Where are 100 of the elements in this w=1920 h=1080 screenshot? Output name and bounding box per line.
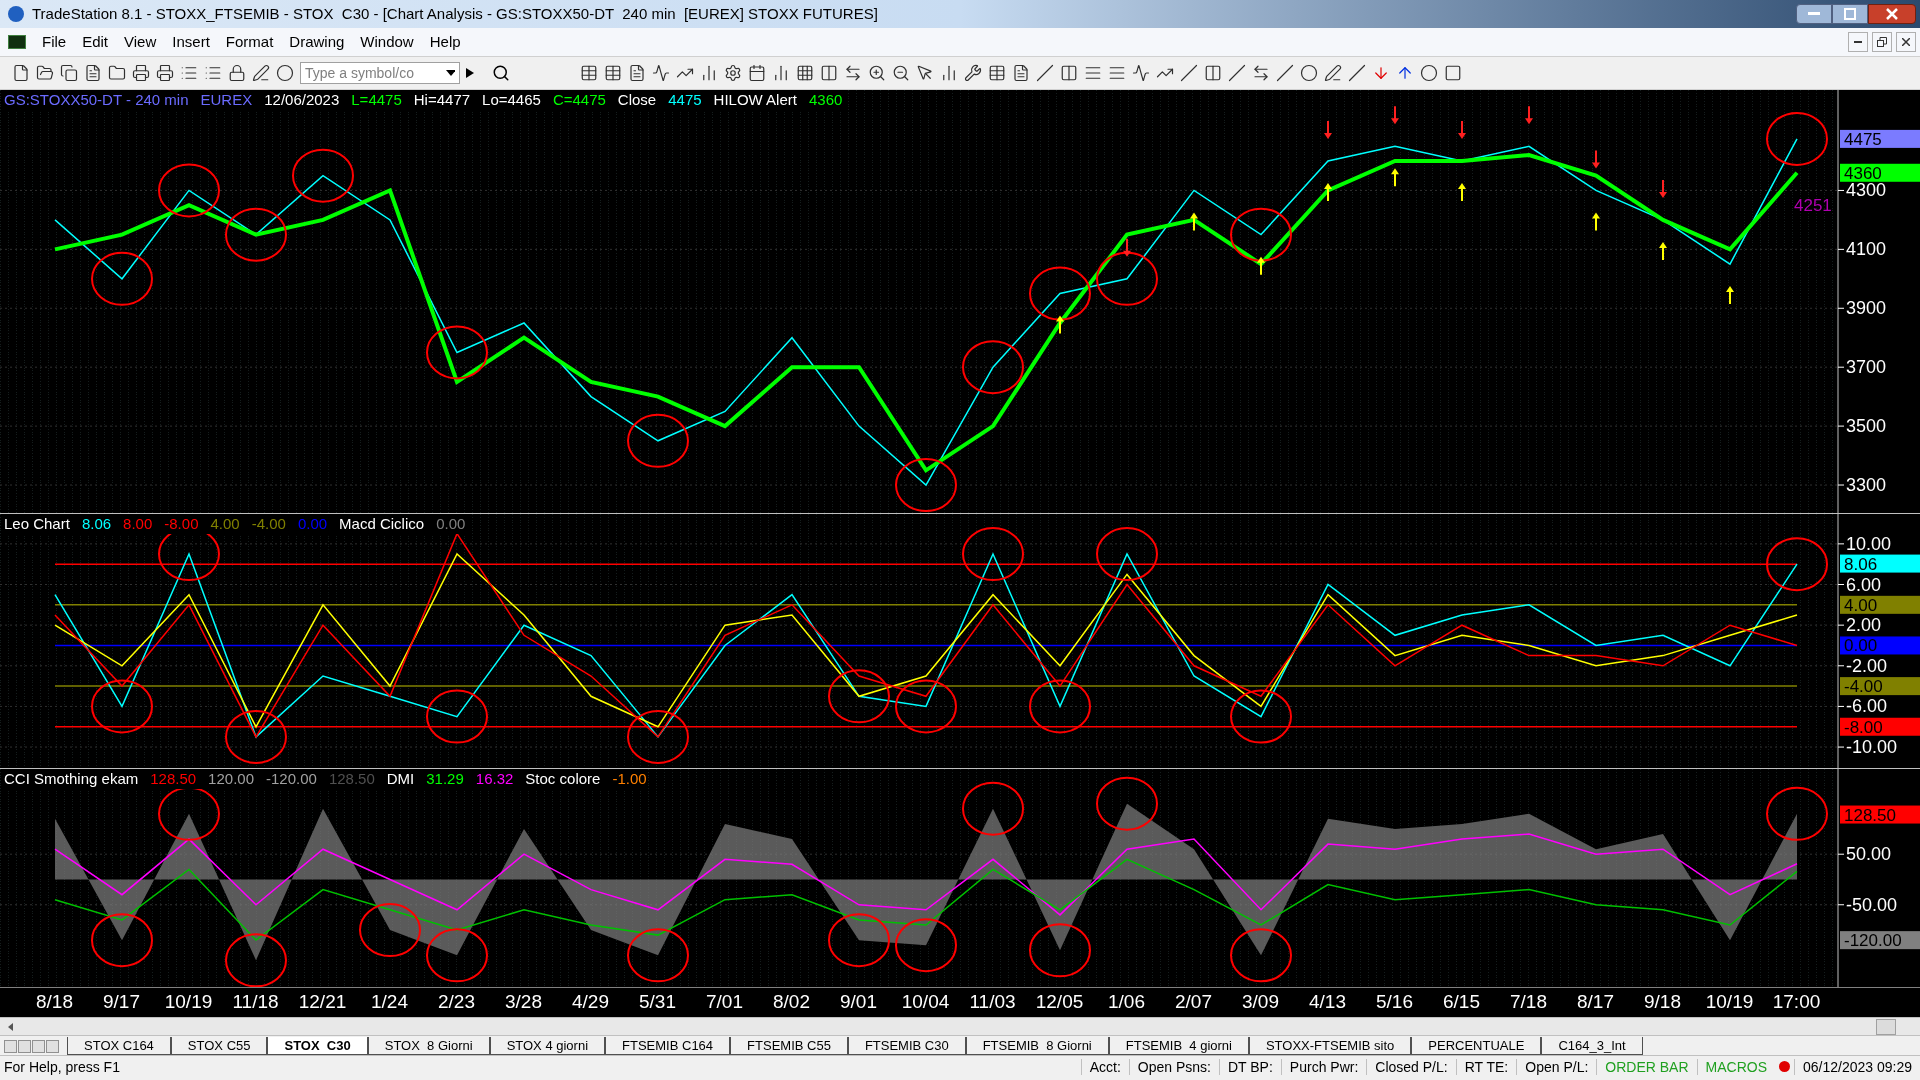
table-icon[interactable] xyxy=(604,64,622,82)
line-icon[interactable] xyxy=(1036,64,1054,82)
line-icon[interactable] xyxy=(1348,64,1366,82)
sheet-tab[interactable]: FTSEMIB 4 giorni xyxy=(1108,1037,1249,1055)
columns-icon[interactable] xyxy=(820,64,838,82)
legend-text: GS:STOXX50-DT - 240 min xyxy=(4,90,189,110)
calendar-icon[interactable] xyxy=(748,64,766,82)
file-icon[interactable] xyxy=(12,64,30,82)
x-tick-label: 11/18 xyxy=(232,990,279,1015)
highlight-ellipse xyxy=(962,527,1024,582)
menu-item[interactable]: Format xyxy=(217,30,282,54)
highlight-ellipse xyxy=(1766,537,1828,592)
wave-icon[interactable] xyxy=(1132,64,1150,82)
maximize-button[interactable] xyxy=(1832,4,1868,24)
folder-icon[interactable] xyxy=(36,64,54,82)
circle-icon[interactable] xyxy=(1420,64,1438,82)
pen-icon[interactable] xyxy=(1324,64,1342,82)
copy-icon[interactable] xyxy=(60,64,78,82)
document-icon[interactable] xyxy=(628,64,646,82)
pen-icon[interactable] xyxy=(252,64,270,82)
legend-text: HILOW Alert xyxy=(713,90,797,110)
sheet-tab[interactable]: FTSEMIB C30 xyxy=(847,1037,966,1055)
pointer-icon[interactable] xyxy=(916,64,934,82)
sheet-tab[interactable]: STOX 4 giorni xyxy=(489,1037,606,1055)
highlight-ellipse xyxy=(627,928,689,983)
wrench-icon[interactable] xyxy=(964,64,982,82)
search-icon[interactable] xyxy=(492,64,510,82)
printer-icon[interactable] xyxy=(132,64,150,82)
list-icon[interactable] xyxy=(180,64,198,82)
minimize-button[interactable] xyxy=(1848,32,1868,52)
chart-icon[interactable] xyxy=(940,64,958,82)
menu-item[interactable]: Insert xyxy=(164,30,218,54)
chart-icon[interactable] xyxy=(700,64,718,82)
grid-icon[interactable] xyxy=(796,64,814,82)
menu-item[interactable]: Help xyxy=(421,30,469,54)
sheet-tab[interactable]: STOX C55 xyxy=(170,1037,268,1055)
y-tick-label: 3300 xyxy=(1837,475,1887,495)
sheet-tab[interactable]: C164_3_Int xyxy=(1541,1037,1643,1055)
lines-icon[interactable] xyxy=(1108,64,1126,82)
lines-icon[interactable] xyxy=(1084,64,1102,82)
x-tick-label: 2/07 xyxy=(1175,990,1212,1015)
sheet-tab[interactable]: FTSEMIB C164 xyxy=(605,1037,731,1055)
sheet-tab[interactable]: FTSEMIB C55 xyxy=(730,1037,848,1055)
menu-item[interactable]: File xyxy=(34,30,75,54)
circle-icon[interactable] xyxy=(1300,64,1318,82)
square-icon[interactable] xyxy=(1444,64,1462,82)
folder-icon[interactable] xyxy=(108,64,126,82)
sheet-tab[interactable]: STOXX-FTSEMIB sito xyxy=(1248,1037,1412,1055)
wave-icon[interactable] xyxy=(652,64,670,82)
up-arrow-icon xyxy=(1190,212,1198,232)
zoom-out-icon[interactable] xyxy=(892,64,910,82)
symbol-field[interactable]: Type a symbol/co xyxy=(300,62,460,84)
printer-icon[interactable] xyxy=(156,64,174,82)
columns-icon[interactable] xyxy=(1060,64,1078,82)
chart-window-icon[interactable] xyxy=(8,35,26,49)
scroll-thumb[interactable] xyxy=(1876,1018,1896,1035)
highlight-ellipse xyxy=(1029,923,1091,978)
table-icon[interactable] xyxy=(580,64,598,82)
zoom-in-icon[interactable] xyxy=(868,64,886,82)
close-button[interactable] xyxy=(1896,32,1916,52)
close-button[interactable] xyxy=(1868,4,1916,24)
lock-icon[interactable] xyxy=(228,64,246,82)
minimize-button[interactable] xyxy=(1796,4,1832,24)
arrows-icon[interactable] xyxy=(1252,64,1270,82)
menu-item[interactable]: Window xyxy=(352,30,422,54)
document-icon[interactable] xyxy=(1012,64,1030,82)
sheet-tab[interactable]: STOX C164 xyxy=(67,1037,171,1055)
list-icon[interactable] xyxy=(204,64,222,82)
line-icon[interactable] xyxy=(1228,64,1246,82)
table-icon[interactable] xyxy=(988,64,1006,82)
y-tick-label: 4100 xyxy=(1846,239,1887,260)
legend-text: 0.00 xyxy=(297,514,328,534)
highlight-ellipse xyxy=(828,669,890,724)
settings-icon[interactable] xyxy=(724,64,742,82)
chart-icon[interactable] xyxy=(772,64,790,82)
down-arrow-icon xyxy=(1525,105,1533,125)
y-tick-label: 3500 xyxy=(1837,416,1887,437)
sheet-tab[interactable]: STOX 8 Giorni xyxy=(367,1037,490,1055)
document-icon[interactable] xyxy=(84,64,102,82)
status-field: Acct: xyxy=(1080,1058,1129,1075)
y-tick-label: -6.00 xyxy=(1837,696,1888,717)
menu-item[interactable]: View xyxy=(116,30,165,54)
columns-icon[interactable] xyxy=(1204,64,1222,82)
line-icon[interactable] xyxy=(1276,64,1294,82)
arrows-icon[interactable] xyxy=(844,64,862,82)
line-icon[interactable] xyxy=(1180,64,1198,82)
y-tick-label: 3500 xyxy=(1846,416,1887,437)
help-text: For Help, press F1 xyxy=(3,1058,120,1075)
restore-button[interactable] xyxy=(1872,32,1892,52)
play-arrow-icon[interactable] xyxy=(466,68,474,78)
sheet-tab[interactable]: PERCENTUALE xyxy=(1411,1037,1542,1055)
menu-item[interactable]: Drawing xyxy=(281,30,353,54)
down-arrow-icon[interactable] xyxy=(1372,64,1390,82)
y-tick-label: 4300 xyxy=(1837,180,1887,201)
sheet-tab[interactable]: STOX C30 xyxy=(267,1037,368,1055)
menu-item[interactable]: Edit xyxy=(74,30,117,54)
circle-icon[interactable] xyxy=(276,64,294,82)
up-arrow-icon xyxy=(1324,183,1332,202)
value-badge: 4475 xyxy=(1840,129,1920,149)
sheet-tab[interactable]: FTSEMIB 8 Giorni xyxy=(965,1037,1109,1055)
